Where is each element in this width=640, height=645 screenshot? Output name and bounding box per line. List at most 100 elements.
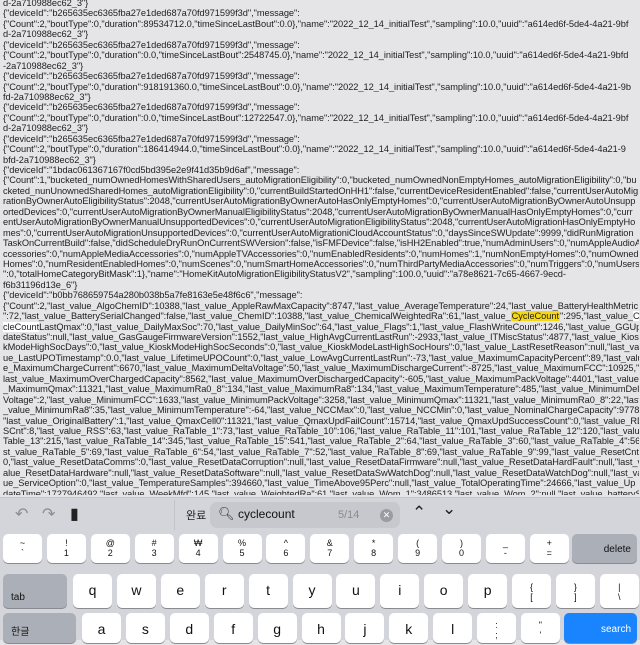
log-text-view[interactable]: d-2a710988ec62_3"} {"deviceId":"b265635ec… xyxy=(3,0,639,495)
key-7[interactable]: & 7 xyxy=(310,534,350,563)
key-i[interactable]: i xyxy=(380,574,420,608)
log-line: _MaximumQmax":11321,"last_value_MaximumR… xyxy=(3,384,639,395)
delete-key[interactable]: delete xyxy=(572,534,637,563)
key-label: o xyxy=(439,582,448,598)
key-4[interactable]: ₩4 xyxy=(178,534,218,563)
key-3[interactable]: #3 xyxy=(134,534,174,563)
key-5[interactable]: % 5 xyxy=(222,534,262,563)
key-f[interactable]: f xyxy=(213,613,253,643)
log-line: {"Count":2,"boutType":0,"duration":0.0,"… xyxy=(3,112,629,123)
match-prefix: ":72,"last_value_BatterySerialChanged":f… xyxy=(3,311,511,322)
key--[interactable]: _ - xyxy=(485,534,525,563)
key-h[interactable]: h xyxy=(301,613,341,643)
search-key[interactable]: search xyxy=(564,613,637,643)
log-line: alue_ResetDataHardware":null,"last_value… xyxy=(3,467,639,478)
key-label: 0 xyxy=(458,548,464,558)
key-r[interactable]: r xyxy=(204,574,244,608)
log-line: Voltage":2,"last_value_MinimumFCC":1633,… xyxy=(3,394,639,405)
key-symbol[interactable]: " ' xyxy=(520,613,560,643)
chevron-down-icon[interactable]: ⌄ xyxy=(442,499,456,519)
key-label: 7 xyxy=(327,548,333,558)
key-g[interactable]: g xyxy=(257,613,297,643)
log-line: {"deviceId":"b0bb768659754a280b038b5a7fe… xyxy=(3,290,303,301)
log-line: st_value_RaTable_5":69,"last_value_RaTab… xyxy=(3,446,639,457)
key-label: \ xyxy=(618,592,621,602)
log-line: "last_value_OriginalBattery":1,"last_val… xyxy=(3,415,639,426)
key-u[interactable]: u xyxy=(336,574,376,608)
log-line-match: cleCountLastQmax":0,"last_value_DailyMax… xyxy=(3,321,639,332)
key-shift-label: " xyxy=(538,620,542,630)
key-label: 8 xyxy=(371,548,377,558)
key-shift-label: % xyxy=(237,538,246,548)
key-l[interactable]: l xyxy=(433,613,473,643)
key-label: j xyxy=(363,621,367,637)
key-label: r xyxy=(221,582,227,598)
match-highlight: Cy xyxy=(633,311,639,322)
key-s[interactable]: s xyxy=(125,613,165,643)
key-9[interactable]: (9 xyxy=(398,534,438,563)
find-field[interactable]: 🔍︎ 5/14 ✕ xyxy=(210,502,400,528)
key-label: 3 xyxy=(151,548,157,558)
match-highlight: cleCount xyxy=(3,321,40,332)
chevron-up-icon[interactable]: ⌃ xyxy=(412,503,426,523)
key-k[interactable]: k xyxy=(389,613,429,643)
key-label: k xyxy=(405,621,413,637)
key-symbol[interactable]: }] xyxy=(555,574,595,608)
key-o[interactable]: o xyxy=(424,574,464,608)
key-label: f xyxy=(231,621,236,637)
key-p[interactable]: p xyxy=(468,574,508,608)
key-w[interactable]: w xyxy=(116,574,156,608)
key-label: 4 xyxy=(195,548,201,558)
paste-icon[interactable]: ▮ xyxy=(70,504,79,524)
hangul-key[interactable]: 한글 xyxy=(3,613,76,643)
done-button[interactable]: 완료 xyxy=(186,507,206,523)
key-6[interactable]: ^ 6 xyxy=(266,534,306,563)
log-line: d-2a710988ec62_3"} xyxy=(3,0,89,8)
key-`[interactable]: ~ ` xyxy=(3,534,42,563)
key-label: i xyxy=(398,582,402,598)
log-line: ue_ServiceOption":0,"last_value_Temperat… xyxy=(3,478,636,489)
key-0[interactable]: ) 0 xyxy=(442,534,481,563)
key-y[interactable]: y xyxy=(292,574,332,608)
tab-key[interactable]: tab xyxy=(3,574,67,608)
key-8[interactable]: * 8 xyxy=(354,534,394,563)
log-line: 0,"last_value_ResetDataComms":0,"last_va… xyxy=(3,457,639,468)
key-shift-label: _ xyxy=(502,538,508,548)
log-line: {"deviceId":"b265635ec6365fba27e1ded687a… xyxy=(3,102,300,113)
key-symbol[interactable]: {[ xyxy=(512,574,551,608)
key-shift-label: ) xyxy=(460,538,463,548)
key-2[interactable]: @2 xyxy=(90,534,130,563)
log-line: {"Count":2,"boutType":0,"duration":89534… xyxy=(3,18,629,29)
key-label: search xyxy=(600,624,631,635)
key-t[interactable]: t xyxy=(248,574,288,608)
divider xyxy=(174,500,175,530)
redo-icon[interactable]: ↷ xyxy=(42,504,55,524)
key-label: delete xyxy=(603,544,631,555)
key-a[interactable]: a xyxy=(82,613,121,643)
key-label: 1 xyxy=(63,548,69,558)
key-label: a xyxy=(97,621,106,637)
key-shift-label: + xyxy=(546,538,552,548)
key-label: 6 xyxy=(283,548,289,558)
search-icon[interactable]: 🔍︎ xyxy=(218,506,235,522)
key-=[interactable]: + = xyxy=(529,534,569,563)
key-shift-label: # xyxy=(151,538,157,548)
key-1[interactable]: ! 1 xyxy=(46,534,86,563)
undo-icon[interactable]: ↶ xyxy=(15,504,28,524)
key-label: tab xyxy=(11,592,25,603)
key-j[interactable]: j xyxy=(345,613,385,643)
key-symbol[interactable]: :; xyxy=(477,613,516,643)
key-q[interactable]: q xyxy=(73,574,112,608)
key-e[interactable]: e xyxy=(160,574,200,608)
key-label: ' xyxy=(539,630,542,640)
log-line: bfd-2a710988ec62_3"} xyxy=(3,154,96,165)
log-line: -2a710988ec62_3"} xyxy=(3,60,84,71)
log-line: Table_13":215,"last_value_RaTable_14":34… xyxy=(3,436,639,447)
keyboard: ~ `! 1 @2 #3 ₩4% 5 ^ 6 & 7 * 8(9) 0 _ - + = delete tab q w e r t… xyxy=(0,531,640,643)
log-line: SCnt":8,"last_value_RSS":63,"last_value_… xyxy=(3,425,639,436)
clear-icon[interactable]: ✕ xyxy=(380,509,393,522)
key-symbol[interactable]: | \ xyxy=(599,574,639,608)
key-d[interactable]: d xyxy=(169,613,209,643)
key-label: u xyxy=(351,582,360,598)
log-line-match: ":72,"last_value_BatterySerialChanged":f… xyxy=(3,311,639,322)
